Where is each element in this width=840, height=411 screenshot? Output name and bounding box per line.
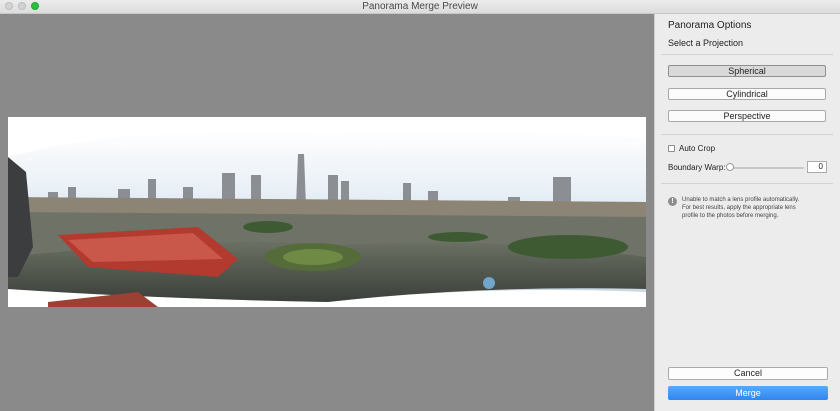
lens-profile-warning: Unable to match a lens profile automatic…	[682, 197, 800, 219]
perspective-button[interactable]: Perspective	[668, 110, 826, 122]
cylindrical-button[interactable]: Cylindrical	[668, 88, 826, 100]
divider	[661, 183, 833, 184]
boundary-warp-input[interactable]: 0	[807, 161, 827, 173]
auto-crop-label: Auto Crop	[679, 144, 716, 153]
projection-subheading: Select a Projection	[668, 38, 744, 48]
cancel-button[interactable]: Cancel	[668, 367, 828, 380]
merge-button[interactable]: Merge	[668, 386, 828, 400]
boundary-warp-slider-knob[interactable]	[726, 163, 734, 171]
divider	[661, 54, 833, 55]
divider	[661, 134, 833, 135]
panorama-preview-area	[0, 14, 654, 411]
boundary-warp-slider[interactable]	[728, 167, 804, 169]
info-icon: !	[668, 197, 677, 206]
window-title: Panorama Merge Preview	[362, 1, 478, 12]
panel-heading: Panorama Options	[668, 20, 752, 31]
spherical-button[interactable]: Spherical	[668, 65, 826, 77]
boundary-warp-label: Boundary Warp:	[668, 163, 726, 172]
panorama-preview-image	[8, 117, 646, 307]
auto-crop-checkbox[interactable]	[668, 145, 675, 152]
title-bar: Panorama Merge Preview	[0, 0, 840, 14]
app-window: Panorama Merge Preview Panorama Options …	[0, 0, 840, 411]
panorama-image	[8, 117, 646, 307]
panorama-options-panel: Panorama Options Select a Projection Sph…	[654, 14, 840, 411]
